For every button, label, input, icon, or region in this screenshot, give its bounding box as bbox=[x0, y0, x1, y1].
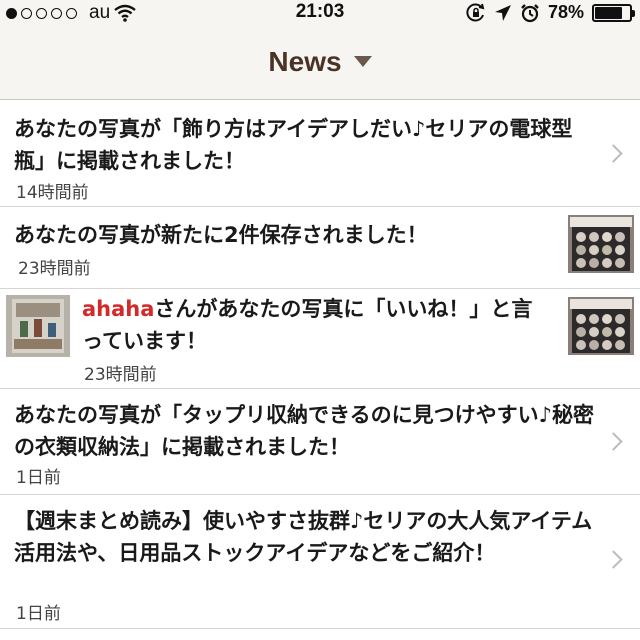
notification-item[interactable]: あなたの写真が「タップリ収納できるのに見つけやすい♪秘密の衣類収納法」に掲載され… bbox=[0, 389, 640, 495]
notification-message: あなたの写真が「タップリ収納できるのに見つけやすい♪秘密の衣類収納法」に掲載され… bbox=[14, 403, 594, 459]
battery-percent: 78% bbox=[547, 2, 584, 22]
status-bar: au 21:03 78% bbox=[0, 0, 640, 24]
notification-time: 23時間前 bbox=[18, 259, 91, 279]
notification-message: あなたの写真が新たに2件保存されました！ bbox=[14, 223, 428, 247]
notification-message: あなたの写真が「飾り方はアイデアしだい♪セリアの電球型瓶」に掲載されました！ bbox=[14, 117, 573, 173]
nav-bar: News bbox=[0, 24, 640, 100]
notification-item[interactable]: あなたの写真が新たに2件保存されました！ 23時間前 bbox=[0, 207, 640, 289]
location-arrow-icon bbox=[494, 4, 511, 21]
page-title[interactable]: News bbox=[268, 46, 341, 78]
chevron-right-icon bbox=[604, 550, 623, 569]
user-name[interactable]: ahaha bbox=[82, 297, 154, 321]
chevron-right-icon bbox=[604, 144, 623, 163]
notification-time: 14時間前 bbox=[16, 183, 89, 203]
alarm-icon bbox=[521, 3, 539, 22]
photo-thumbnail[interactable] bbox=[568, 215, 634, 273]
notification-item[interactable]: あなたの写真が「飾り方はアイデアしだい♪セリアの電球型瓶」に掲載されました！ 1… bbox=[0, 101, 640, 207]
notification-time: 1日前 bbox=[16, 468, 61, 488]
caret-down-icon[interactable] bbox=[353, 56, 372, 67]
status-right: 78% bbox=[466, 2, 635, 23]
battery-level bbox=[595, 6, 622, 19]
battery-icon bbox=[592, 3, 635, 22]
photo-thumbnail[interactable] bbox=[568, 297, 634, 355]
notification-time: 1日前 bbox=[16, 604, 61, 624]
notification-time: 23時間前 bbox=[84, 365, 157, 385]
rotation-lock-icon bbox=[466, 3, 485, 21]
notification-list: あなたの写真が「飾り方はアイデアしだい♪セリアの電球型瓶」に掲載されました！ 1… bbox=[0, 101, 640, 629]
chevron-right-icon bbox=[604, 432, 623, 451]
notification-message: 【週末まとめ読み】使いやすさ抜群♪セリアの大人気アイテム活用法や、日用品ストック… bbox=[14, 509, 593, 565]
notification-item[interactable]: 【週末まとめ読み】使いやすさ抜群♪セリアの大人気アイテム活用法や、日用品ストック… bbox=[0, 495, 640, 629]
notification-message: ahahaさんがあなたの写真に「いいね！」と言っています！ bbox=[82, 297, 533, 353]
notification-item[interactable]: ahahaさんがあなたの写真に「いいね！」と言っています！ 23時間前 bbox=[0, 289, 640, 389]
user-avatar[interactable] bbox=[6, 295, 70, 357]
